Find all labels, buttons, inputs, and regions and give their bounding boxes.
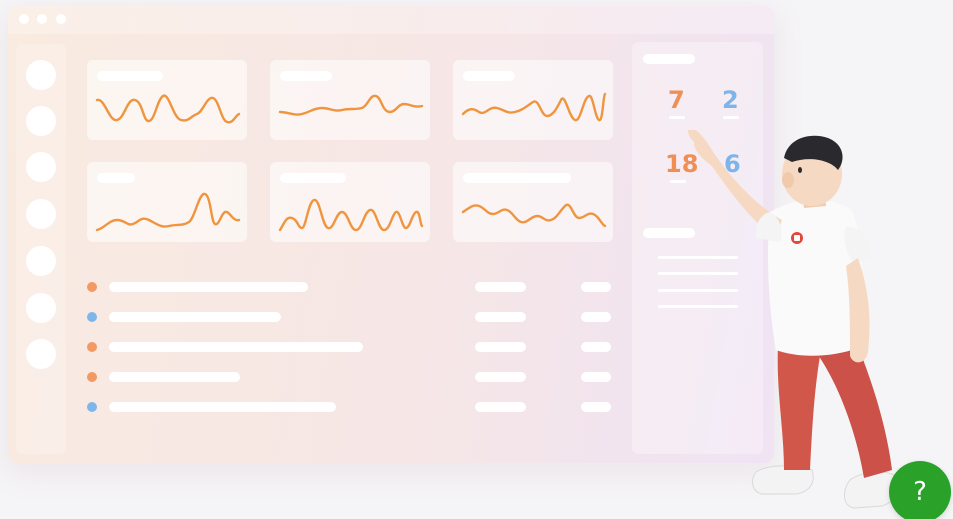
card-title-placeholder (463, 71, 515, 81)
list-row-value-placeholder (581, 282, 611, 292)
sidebar (16, 44, 66, 454)
sparkline-icon (461, 203, 607, 228)
pointing-character-illustration (687, 130, 899, 509)
list-row-value-placeholder (475, 342, 526, 352)
stat-underline (669, 116, 685, 119)
chart-card (453, 162, 613, 242)
chart-card (87, 60, 247, 140)
list-row-value-placeholder (581, 372, 611, 382)
list-row-value-placeholder (475, 312, 526, 322)
list-row-text-placeholder (109, 402, 336, 412)
list-row-dot-icon (87, 312, 97, 322)
card-title-placeholder (97, 173, 135, 183)
sparkline-icon (461, 92, 607, 122)
help-button[interactable]: ? (889, 461, 951, 519)
stat-number: 2 (722, 86, 739, 114)
list-row-dot-icon (87, 402, 97, 412)
list-row-text-placeholder (109, 342, 363, 352)
sidebar-nav-button (26, 199, 56, 229)
sparkline-icon (95, 192, 241, 232)
list-row-value-placeholder (475, 402, 526, 412)
list-row-text-placeholder (109, 312, 281, 322)
list-row-text-placeholder (109, 282, 308, 292)
sidebar-nav-button (26, 339, 56, 369)
list-row-value-placeholder (581, 402, 611, 412)
stat-number: 7 (668, 86, 685, 114)
chart-card (270, 60, 430, 140)
window-dot-icon (19, 14, 29, 24)
card-title-placeholder (280, 173, 346, 183)
card-title-placeholder (463, 173, 571, 183)
chart-card (87, 162, 247, 242)
list-row-value-placeholder (581, 312, 611, 322)
sidebar-nav-button (26, 106, 56, 136)
stat-underline (723, 116, 739, 119)
sidebar-nav-button (26, 293, 56, 323)
card-title-placeholder (280, 71, 332, 81)
stage: 7 2 18 6 ? (0, 0, 953, 519)
window-dot-icon (56, 14, 66, 24)
chart-card (270, 162, 430, 242)
list-row-dot-icon (87, 372, 97, 382)
question-mark-icon: ? (913, 477, 927, 507)
list-row-dot-icon (87, 282, 97, 292)
chart-card (453, 60, 613, 140)
sparkline-icon (278, 198, 424, 232)
sparkline-icon (95, 94, 241, 124)
sparkline-icon (278, 94, 424, 116)
list-row-value-placeholder (475, 282, 526, 292)
sidebar-nav-button (26, 60, 56, 90)
card-title-placeholder (97, 71, 163, 81)
window-titlebar (8, 6, 774, 34)
panel-title-placeholder (643, 54, 695, 64)
list-row-value-placeholder (475, 372, 526, 382)
list-row-value-placeholder (581, 342, 611, 352)
list-row-text-placeholder (109, 372, 240, 382)
sidebar-nav-button (26, 246, 56, 276)
list-row-dot-icon (87, 342, 97, 352)
window-dot-icon (37, 14, 47, 24)
sidebar-nav-button (26, 152, 56, 182)
